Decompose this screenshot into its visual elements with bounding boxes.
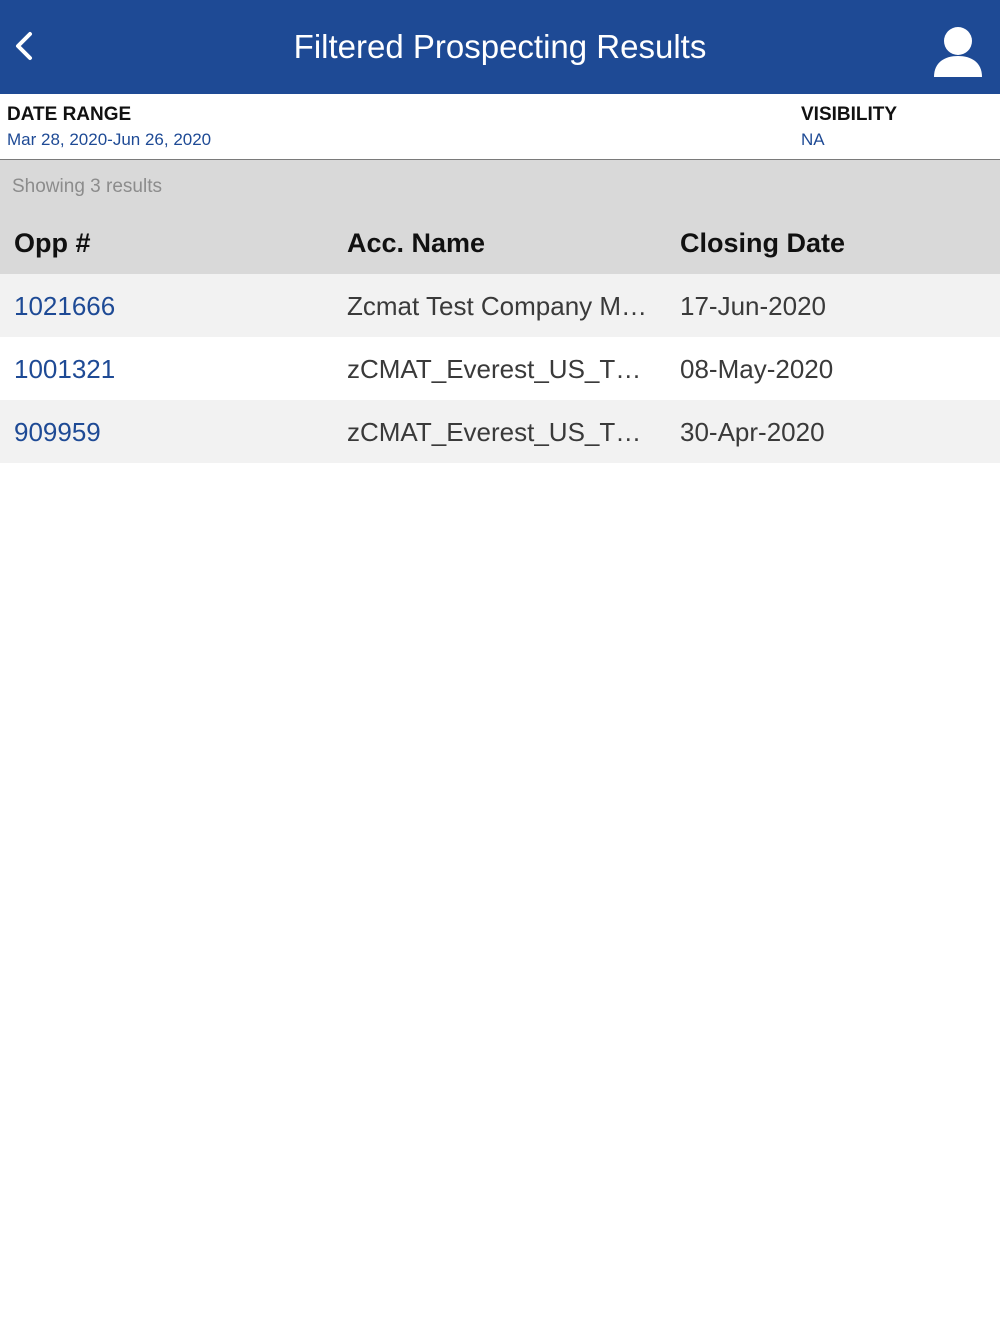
results-count: Showing 3 results — [12, 176, 162, 197]
date-range-value: Mar 28, 2020-Jun 26, 2020 — [7, 130, 212, 149]
date-range-label: DATE RANGE — [7, 104, 132, 125]
table-row[interactable]: 1001321 zCMAT_Everest_US_T2R… 08-May-202… — [0, 337, 1000, 400]
visibility-value: NA — [801, 130, 825, 149]
column-header-opp[interactable]: Opp # — [14, 228, 91, 259]
table-row[interactable]: 1021666 Zcmat Test Company Ma… 17-Jun-20… — [0, 274, 1000, 337]
account-name: zCMAT_Everest_US_T2R… — [347, 354, 653, 384]
account-name: zCMAT_Everest_US_T2R… — [347, 417, 653, 447]
opp-number-link[interactable]: 1001321 — [14, 354, 115, 384]
opp-number-link[interactable]: 909959 — [14, 417, 101, 447]
results-table: 1021666 Zcmat Test Company Ma… 17-Jun-20… — [0, 274, 1000, 463]
closing-date: 17-Jun-2020 — [680, 291, 826, 321]
table-row[interactable]: 909959 zCMAT_Everest_US_T2R… 30-Apr-2020 — [0, 400, 1000, 463]
closing-date: 30-Apr-2020 — [680, 417, 825, 447]
results-header: Showing 3 results Opp # Acc. Name Closin… — [0, 160, 1000, 274]
user-icon — [934, 27, 982, 77]
navigation-bar: Filtered Prospecting Results — [0, 0, 1000, 94]
profile-button[interactable] — [928, 22, 988, 82]
column-header-closing-date[interactable]: Closing Date — [680, 228, 845, 259]
column-header-account[interactable]: Acc. Name — [347, 228, 485, 259]
visibility-filter: VISIBILITY NA — [801, 104, 897, 150]
app-screen: Filtered Prospecting Results DATE RANGE … — [0, 0, 1000, 1334]
closing-date: 08-May-2020 — [680, 354, 834, 384]
opp-number-link[interactable]: 1021666 — [14, 291, 115, 321]
visibility-label: VISIBILITY — [801, 104, 898, 125]
filter-summary: DATE RANGE Mar 28, 2020-Jun 26, 2020 VIS… — [0, 94, 1000, 160]
date-range-filter: DATE RANGE Mar 28, 2020-Jun 26, 2020 — [7, 104, 211, 150]
page-title: Filtered Prospecting Results — [293, 28, 707, 65]
account-name: Zcmat Test Company Ma… — [347, 291, 653, 321]
